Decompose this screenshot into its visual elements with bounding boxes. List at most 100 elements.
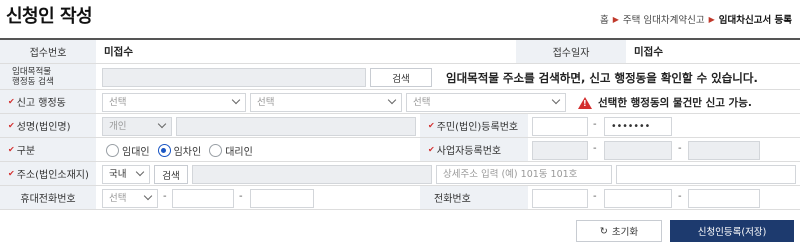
required-check-icon: ✔ (428, 121, 435, 130)
address-detail-input[interactable]: 상세주소 입력 (예) 101동 101호 (436, 165, 612, 184)
category-label: ✔ 구분 (0, 138, 96, 161)
required-check-icon: ✔ (8, 97, 15, 106)
dash: - (593, 191, 597, 202)
property-search-row: 임대목적물 행정동 검색 검색 임대목적물 주소를 검색하면, 신고 행정동을 … (0, 64, 800, 90)
registration-number-label-text: 주민(법인)등록번호 (436, 122, 519, 133)
category-radio-group: 임대인 임차인 대리인 (106, 143, 253, 158)
dash: - (163, 191, 167, 202)
breadcrumb-current: 임대차신고서 등록 (718, 15, 792, 26)
dash: - (239, 191, 243, 202)
district-select-3[interactable]: 선택 (406, 93, 566, 112)
breadcrumb-home[interactable]: 홈 (600, 12, 609, 26)
tel-middle-input[interactable] (604, 189, 672, 208)
business-number-part2-input[interactable] (604, 141, 672, 160)
radio-lessor[interactable]: 임대인 (106, 143, 150, 158)
breadcrumb-item[interactable]: 주택 임대차계약신고 (623, 12, 705, 26)
address-detail-placeholder: 상세주소 입력 (예) 101동 101호 (443, 169, 578, 180)
chevron-down-icon (551, 95, 561, 105)
property-address-input[interactable] (102, 68, 366, 87)
district-warning: ! 선택한 행정동의 물건만 신고 가능. (578, 95, 752, 110)
address-label-text: 주소(법인소재지) (16, 170, 89, 181)
radio-agent-label: 대리인 (225, 147, 253, 158)
mobile-label: 휴대전화번호 (0, 186, 96, 209)
business-number-label-text: 사업자등록번호 (436, 146, 502, 157)
required-check-icon: ✔ (8, 121, 15, 130)
receipt-date-value: 미접수 (634, 46, 663, 58)
dash: - (678, 191, 682, 202)
warning-icon: ! (578, 96, 592, 109)
radio-agent[interactable]: 대리인 (209, 143, 253, 158)
business-number-label: ✔ 사업자등록번호 (420, 138, 528, 161)
chevron-down-icon (231, 95, 241, 105)
country-select[interactable]: 국내 (102, 165, 150, 184)
district-warning-text: 선택한 행정동의 물건만 신고 가능. (598, 97, 752, 109)
address-search-button[interactable]: 검색 (154, 165, 188, 184)
dash: - (678, 143, 682, 154)
required-check-icon: ✔ (428, 145, 435, 154)
breadcrumb: 홈 ▶ 주택 임대차계약신고 ▶ 임대차신고서 등록 (600, 12, 792, 27)
name-label-text: 성명(법인명) (16, 122, 71, 133)
mobile-prefix-value: 선택 (109, 193, 127, 204)
receipt-number-value: 미접수 (104, 46, 133, 58)
mobile-prefix-select[interactable]: 선택 (102, 189, 158, 208)
name-row: ✔ 성명(법인명) 개인 ✔ 주민(법인)등록번호 - ••••••• (0, 114, 800, 138)
dash: - (593, 119, 597, 130)
radio-lessee-dot[interactable] (157, 144, 171, 157)
registration-number-front-input[interactable] (532, 117, 588, 136)
district-label-text: 신고 행정동 (16, 98, 66, 109)
property-search-notice: 임대목적물 주소를 검색하면, 신고 행정동을 확인할 수 있습니다. (446, 71, 758, 85)
address-extra-input[interactable] (616, 165, 796, 184)
registration-number-back-input[interactable]: ••••••• (604, 117, 672, 136)
property-search-label-line2: 행정동 검색 (12, 76, 54, 87)
tel-last-input[interactable] (688, 189, 760, 208)
address-input[interactable] (192, 165, 432, 184)
chevron-down-icon (135, 167, 145, 177)
name-label: ✔ 성명(법인명) (0, 114, 96, 137)
reset-icon: ↻ (599, 225, 608, 237)
form-actions: ↻ 초기화 신청인등록(저장) (576, 220, 794, 242)
applicant-name-input[interactable] (176, 117, 416, 136)
district-row: ✔ 신고 행정동 선택 선택 선택 ! 선택한 행정동의 물건만 신고 가능. (0, 90, 800, 114)
property-search-label-line1: 임대목적물 (12, 66, 52, 77)
breadcrumb-separator-icon: ▶ (708, 14, 715, 24)
receipt-number-label: 접수번호 (0, 40, 96, 63)
chevron-down-icon (157, 119, 167, 129)
required-check-icon: ✔ (8, 145, 15, 154)
property-search-button[interactable]: 검색 (370, 68, 432, 87)
radio-agent-dot[interactable] (209, 144, 223, 157)
page-title: 신청인 작성 (6, 6, 93, 27)
mobile-middle-input[interactable] (172, 189, 234, 208)
tel-label: 전화번호 (420, 186, 528, 209)
receipt-row: 접수번호 미접수 접수일자 미접수 (0, 40, 800, 64)
district-select-1[interactable]: 선택 (102, 93, 246, 112)
category-row: ✔ 구분 임대인 임차인 대리인 ✔ 사업자등록번호 - - (0, 138, 800, 162)
business-number-part1-input[interactable] (532, 141, 588, 160)
radio-lessee[interactable]: 임차인 (157, 143, 202, 158)
dash: - (593, 143, 597, 154)
phone-row: 휴대전화번호 선택 - - 전화번호 - - (0, 186, 800, 210)
district-select-3-value: 선택 (413, 97, 431, 108)
person-type-select[interactable]: 개인 (102, 117, 172, 136)
reset-button-label: 초기화 (611, 227, 639, 238)
radio-lessor-dot[interactable] (106, 144, 119, 157)
business-number-part3-input[interactable] (688, 141, 760, 160)
property-search-label: 임대목적물 행정동 검색 (0, 64, 96, 89)
chevron-down-icon (143, 191, 153, 201)
applicant-name-value (177, 121, 183, 132)
tel-area-input[interactable] (532, 189, 588, 208)
breadcrumb-separator-icon: ▶ (612, 14, 619, 24)
district-select-2[interactable]: 선택 (250, 93, 402, 112)
address-label: ✔ 주소(법인소재지) (0, 162, 96, 185)
chevron-down-icon (387, 95, 397, 105)
district-label: ✔ 신고 행정동 (0, 90, 96, 113)
radio-lessee-label: 임차인 (173, 147, 202, 158)
address-row: ✔ 주소(법인소재지) 국내 검색 상세주소 입력 (예) 101동 101호 (0, 162, 800, 186)
country-select-value: 국내 (109, 169, 127, 180)
register-applicant-button[interactable]: 신청인등록(저장) (670, 220, 794, 242)
district-select-1-value: 선택 (109, 97, 127, 108)
reset-button[interactable]: ↻ 초기화 (576, 220, 662, 242)
receipt-date-label: 접수일자 (516, 40, 626, 63)
required-check-icon: ✔ (8, 169, 15, 178)
mobile-last-input[interactable] (250, 189, 314, 208)
district-select-2-value: 선택 (257, 97, 275, 108)
